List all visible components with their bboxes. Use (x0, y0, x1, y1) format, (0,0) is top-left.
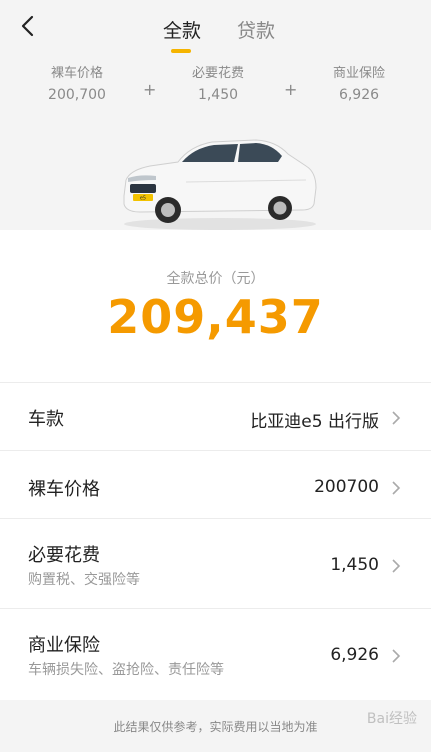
car-image: e5 (123, 139, 317, 230)
summary-value: 200,700 (48, 87, 106, 103)
summary-label: 必要花费 (191, 66, 244, 81)
row-value: 1,450 (330, 555, 379, 575)
summary-value: 1,450 (197, 87, 239, 103)
row-title: 必要花费 (28, 545, 100, 566)
chevron-right-icon (392, 411, 401, 425)
row-value: 200700 (314, 477, 379, 497)
row-title: 车款 (28, 409, 64, 430)
chevron-right-icon (392, 649, 401, 663)
watermark: Bai经验 (366, 711, 417, 727)
row-title: 裸车价格 (28, 479, 100, 500)
row-subtitle: 车辆损失险、盗抢险、责任险等 (28, 662, 224, 678)
row-commercial-insurance[interactable]: 商业保险 车辆损失险、盗抢险、责任险等 6,926 (0, 608, 431, 700)
row-value: 比亚迪e5 出行版 (250, 412, 379, 432)
back-arrow-icon[interactable] (16, 12, 44, 40)
summary-label: 裸车价格 (50, 66, 103, 81)
tab-full-payment[interactable]: 全款 (163, 16, 201, 43)
footer: 此结果仅供参考，实际费用以当地为准 Bai经验 (0, 700, 431, 752)
row-bare-price[interactable]: 裸车价格 200700 (0, 450, 431, 518)
total-price-value: 209,437 (107, 290, 324, 344)
active-tab-indicator (171, 49, 191, 53)
total-price-section: 全款总价（元） 209,437 (0, 230, 431, 382)
summary-commercial-insurance: 商业保险 6,926 (299, 62, 419, 103)
chevron-right-icon (392, 481, 401, 495)
summary-label: 商业保险 (332, 66, 385, 81)
plus-sign: + (284, 80, 298, 99)
summary-necessary-fees: 必要花费 1,450 (158, 62, 278, 103)
row-necessary-fees[interactable]: 必要花费 购置税、交强险等 1,450 (0, 518, 431, 608)
top-bar: 全款 贷款 (0, 0, 431, 54)
row-value: 6,926 (330, 645, 379, 665)
summary-value: 6,926 (338, 87, 380, 103)
plus-sign: + (143, 80, 157, 99)
total-price-label: 全款总价（元） (166, 271, 265, 287)
row-subtitle: 购置税、交强险等 (28, 572, 140, 588)
tab-loan[interactable]: 贷款 (237, 16, 275, 43)
svg-text:e5: e5 (140, 196, 146, 202)
row-car-model[interactable]: 车款 比亚迪e5 出行版 (0, 382, 431, 450)
row-title: 商业保险 (28, 635, 100, 656)
summary-bare-price: 裸车价格 200,700 (17, 62, 137, 103)
chevron-right-icon (392, 559, 401, 573)
